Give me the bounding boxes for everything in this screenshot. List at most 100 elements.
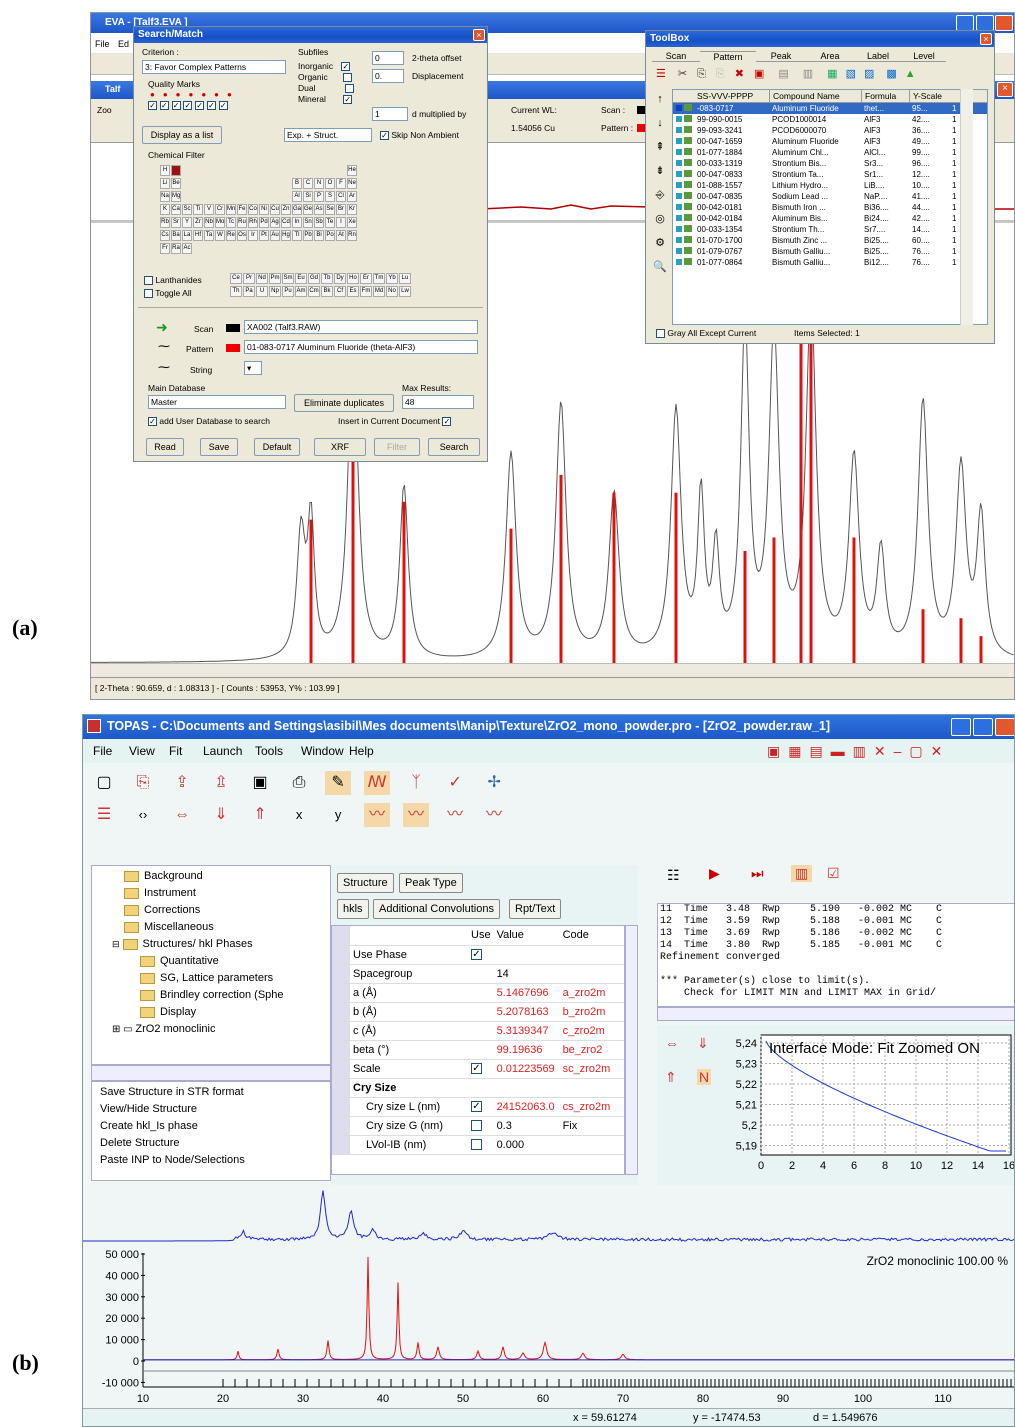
- element-fm[interactable]: Fm: [360, 286, 372, 297]
- element-k[interactable]: K: [160, 204, 170, 215]
- criterion-select[interactable]: 3: Favor Complex Patterns: [142, 60, 286, 74]
- element-v[interactable]: V: [204, 204, 214, 215]
- pattern-row[interactable]: 00-047-0835 Sodium Lead ... NaP.... 41.... 1: [673, 191, 987, 202]
- element-ba[interactable]: Ba: [171, 230, 181, 241]
- element-ge[interactable]: Ge: [303, 204, 313, 215]
- element-pd[interactable]: Pd: [259, 217, 269, 228]
- check-icon[interactable]: ✓: [442, 771, 468, 795]
- dmult-input[interactable]: 1: [372, 107, 408, 121]
- element-p[interactable]: P: [314, 191, 324, 202]
- element-h[interactable]: H: [160, 165, 170, 176]
- element-la[interactable]: La: [182, 230, 192, 241]
- topas-maximize-button[interactable]: [973, 718, 993, 736]
- menu-file[interactable]: File: [95, 39, 110, 49]
- pattern-row[interactable]: 00-042-0184 Aluminum Bis... Bi24.... 42....…: [673, 213, 987, 224]
- parameter-row[interactable]: LVol-IB (nm) 0.000: [332, 1135, 625, 1154]
- topas-close-button[interactable]: [995, 718, 1015, 736]
- element-te[interactable]: Te: [325, 217, 335, 228]
- menu-file[interactable]: File: [93, 739, 112, 763]
- element-pb[interactable]: Pb: [303, 230, 313, 241]
- zoom-x-icon[interactable]: ⇔: [169, 803, 195, 827]
- tree-node[interactable]: Miscellaneous: [92, 919, 330, 936]
- element-ce[interactable]: Ce: [230, 273, 242, 284]
- element-os[interactable]: Os: [237, 230, 247, 241]
- element-ac[interactable]: Ac: [182, 243, 192, 254]
- element-ra[interactable]: Ra: [171, 243, 181, 254]
- menu-edit[interactable]: Ed: [118, 39, 129, 49]
- element-se[interactable]: Se: [325, 204, 335, 215]
- pattern-row[interactable]: 00-042-0181 Bismuth Iron ... Bi36.... 44...…: [673, 202, 987, 213]
- element-b[interactable]: B: [292, 178, 302, 189]
- display-list-button[interactable]: Display as a list: [142, 126, 222, 144]
- element-na[interactable]: Na: [160, 191, 170, 202]
- menu-help[interactable]: Help: [349, 739, 374, 763]
- element-re[interactable]: Re: [226, 230, 236, 241]
- element-c[interactable]: C: [303, 178, 313, 189]
- element-ne[interactable]: Ne: [347, 178, 357, 189]
- tree-node[interactable]: Instrument: [92, 885, 330, 902]
- pattern-row[interactable]: 01-077-1884 Aluminum Chl... AlCl... 99.... 1: [673, 147, 987, 158]
- element-rh[interactable]: Rh: [248, 217, 258, 228]
- tree-node[interactable]: Brindley correction (Sphe: [92, 987, 330, 1004]
- element-sn[interactable]: Sn: [303, 217, 313, 228]
- element-w[interactable]: W: [215, 230, 225, 241]
- pattern-list[interactable]: SS-VVV-PPPP Compound Name Formula Y-Scal…: [672, 89, 988, 325]
- pattern2-icon[interactable]: 〰: [403, 803, 429, 827]
- toolbox-tab-scan[interactable]: Scan: [652, 51, 700, 62]
- element-as[interactable]: As: [314, 204, 324, 215]
- xrf-button[interactable]: XRF: [314, 438, 366, 456]
- parameter-row[interactable]: c (Å) 5.3139347 c_zro2m: [332, 1021, 625, 1040]
- lanthanides-check[interactable]: Lanthanides: [144, 275, 202, 285]
- parameter-row[interactable]: beta (°) 99.19636 be_zro2: [332, 1040, 625, 1059]
- parameter-row[interactable]: Spacegroup 14: [332, 964, 625, 983]
- element-pr[interactable]: Pr: [243, 273, 255, 284]
- pattern-row[interactable]: 00-047-1659 Aluminum Fluoride AlF3 49.... 1: [673, 136, 987, 147]
- element-f[interactable]: F: [336, 178, 346, 189]
- pattern4-icon[interactable]: 〰: [481, 803, 507, 827]
- toolbox-tab-label[interactable]: Label: [854, 51, 902, 62]
- element-po[interactable]: Po: [325, 230, 335, 241]
- menu-launch[interactable]: Launch: [203, 739, 242, 763]
- element-co[interactable]: Co: [248, 204, 258, 215]
- element-tm[interactable]: Tm: [373, 273, 385, 284]
- element-pa[interactable]: Pa: [243, 286, 255, 297]
- zoom-down-icon[interactable]: ⇓: [208, 803, 234, 827]
- maximize-button[interactable]: [976, 15, 994, 31]
- additional-convolutions-tab[interactable]: Additional Convolutions: [373, 899, 500, 919]
- element-i[interactable]: I: [336, 217, 346, 228]
- parameter-row[interactable]: Use Phase ✓: [332, 945, 625, 964]
- element-sc[interactable]: Sc: [182, 204, 192, 215]
- parameter-row[interactable]: Cry size G (nm) 0.3 Fix: [332, 1116, 625, 1135]
- element-np[interactable]: Np: [269, 286, 281, 297]
- element-ag[interactable]: Ag: [270, 217, 280, 228]
- tree-node[interactable]: Quantitative: [92, 953, 330, 970]
- add-user-db-check[interactable]: ✓ add User Database to search: [148, 416, 270, 426]
- element-no[interactable]: No: [386, 286, 398, 297]
- offset-input[interactable]: 0: [372, 51, 404, 65]
- pattern1-icon[interactable]: 〰: [364, 803, 390, 827]
- element-pm[interactable]: Pm: [269, 273, 281, 284]
- element-ir[interactable]: Ir: [248, 230, 258, 241]
- element-in[interactable]: In: [292, 217, 302, 228]
- element-br[interactable]: Br: [336, 204, 346, 215]
- element-cf[interactable]: Cf: [334, 286, 346, 297]
- element-si[interactable]: Si: [303, 191, 313, 202]
- element-tl[interactable]: Tl: [292, 230, 302, 241]
- chart-icon[interactable]: ▥: [791, 865, 812, 882]
- toolbox-tab-area[interactable]: Area: [806, 51, 854, 62]
- tree-node[interactable]: Display: [92, 1004, 330, 1021]
- element-lu[interactable]: Lu: [399, 273, 411, 284]
- element-es[interactable]: Es: [347, 286, 359, 297]
- mini-n-icon[interactable]: Ν: [697, 1069, 711, 1085]
- default-button[interactable]: Default: [254, 438, 300, 456]
- quality-mark-checks[interactable]: ✓ ✓ ✓ ✓ ✓ ✓ ✓: [148, 100, 228, 111]
- element-dy[interactable]: Dy: [334, 273, 346, 284]
- rpt-text-tab[interactable]: Rpt/Text: [509, 899, 561, 919]
- menu-fit[interactable]: Fit: [169, 739, 182, 763]
- element-lw[interactable]: Lw: [399, 286, 411, 297]
- pattern-row[interactable]: 01-079-0767 Bismuth Galliu... Bi25.... 76..…: [673, 246, 987, 257]
- main-db-select[interactable]: Master: [148, 395, 286, 409]
- element-be[interactable]: Be: [171, 178, 181, 189]
- import-icon[interactable]: ⇪: [169, 771, 195, 795]
- run-to-end-icon[interactable]: ⏭: [751, 865, 764, 882]
